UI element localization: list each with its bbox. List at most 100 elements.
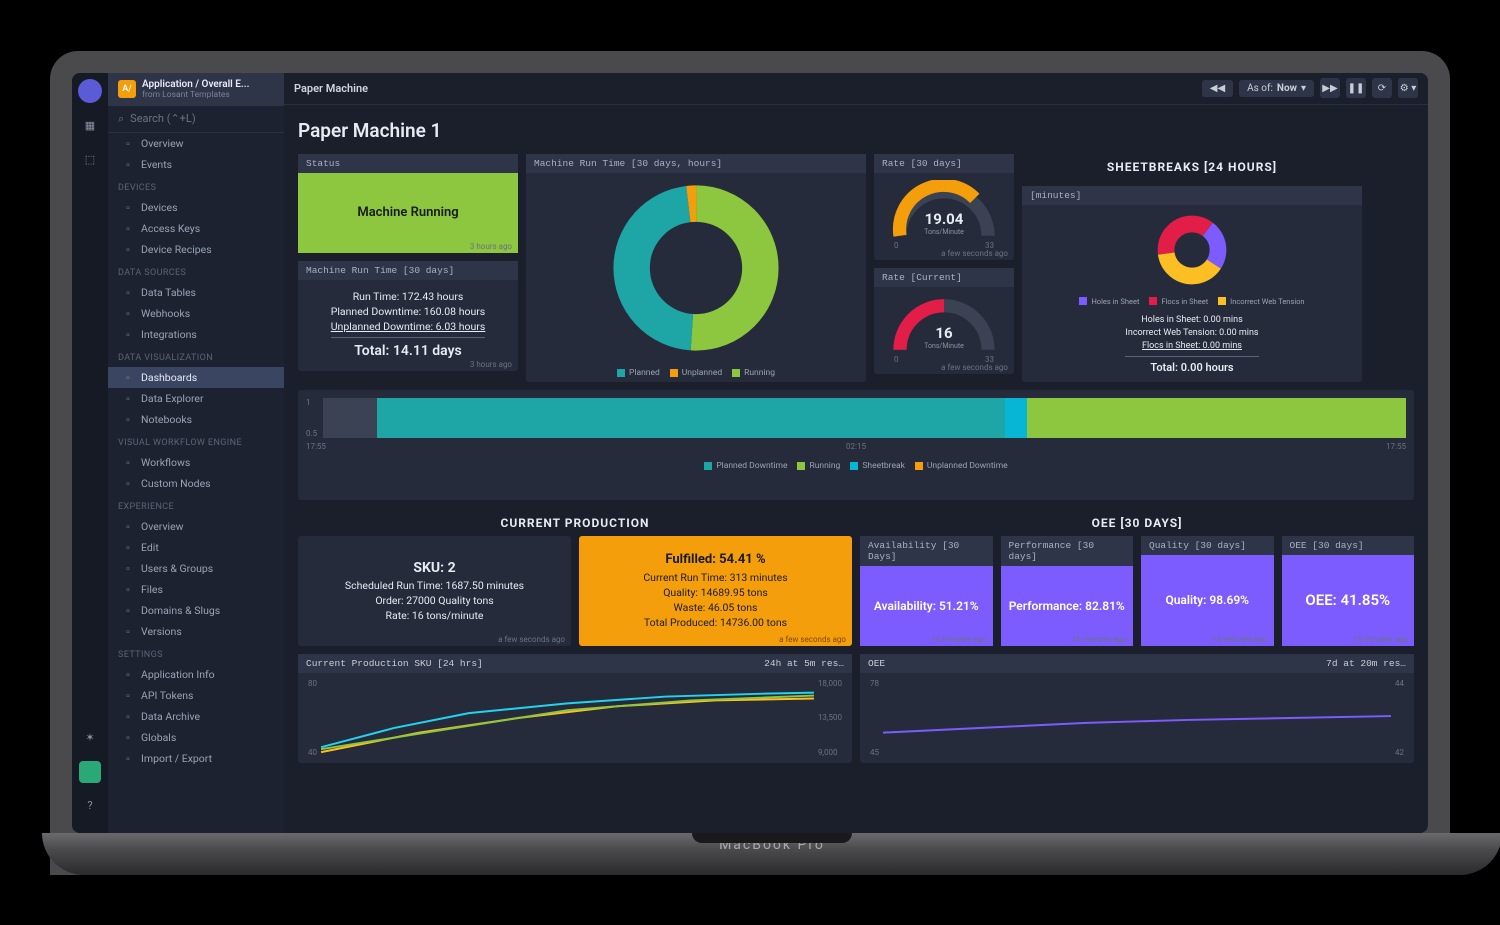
sidebar-item-files[interactable]: ▫Files [108,579,284,600]
sidebar-item-dashboards[interactable]: ▫ Dashboards [108,367,284,388]
timeline-bar [323,398,1406,438]
sidebar-item-integrations[interactable]: ▫Integrations [108,324,284,345]
current-production-title: CURRENT PRODUCTION [298,510,852,536]
status-panel: Status Machine Running 3 hours ago [298,154,518,253]
legend-swatch [704,462,712,470]
pencil-icon: ▫ [122,541,134,553]
sidebar-item-label: Data Explorer [141,392,204,405]
app-badge-icon: A/ [118,80,136,98]
rate-30d-panel: Rate [30 days] 19.04Tons/Minute 033 a fe… [874,154,1014,260]
sheetbreaks-title: SHEETBREAKS [24 HOURS] [1022,154,1362,180]
legend-swatch [1079,297,1087,305]
sidebar-item-device-recipes[interactable]: ▫Device Recipes [108,239,284,260]
sidebar-item-webhooks[interactable]: ▫ Webhooks [108,303,284,324]
sidebar-item-overview[interactable]: ▫Overview [108,133,284,154]
search-input[interactable]: ⌕ Search (⌃+L) [108,106,284,133]
settings-button[interactable]: ⚙ ▾ [1398,78,1418,98]
users-icon: ▫ [122,562,134,574]
avatar[interactable] [79,761,101,783]
book-icon: ▫ [122,413,134,425]
sidebar-item-label: Overview [141,520,184,533]
sidebar-item-application-info[interactable]: ▫ Application Info [108,664,284,685]
sidebar-item-label: Devices [141,201,178,214]
oee-chart-panel: OEE 7d at 20m res… 78 45 [860,654,1414,763]
pause-button[interactable]: ❚❚ [1346,78,1366,98]
oee-title: OEE [30 DAYS] [860,510,1414,536]
sidebar-item-data-archive[interactable]: ▫Data Archive [108,706,284,727]
sidebar-item-label: Custom Nodes [141,477,211,490]
info-icon: ▫ [122,668,134,680]
app-sub: from Losant Templates [142,90,249,100]
oee-tile: Performance [30 days]Performance: 82.81%… [1001,536,1134,646]
flow-icon: ▫ [122,456,134,468]
sidebar-item-globals[interactable]: ▫ Globals [108,727,284,748]
refresh-button[interactable]: ⟳ [1372,78,1392,98]
runtime-30d-panel: Machine Run Time [30 days] Run Time: 172… [298,261,518,371]
legend-swatch [732,369,740,377]
sidebar-item-label: Access Keys [141,222,200,235]
legend-swatch [797,462,805,470]
status-header: Status [298,154,518,173]
sidebar-item-label: Data Tables [141,286,196,299]
legend-item: Sheetbreak [850,461,905,471]
sidebar-item-label: Globals [141,731,176,744]
compass-icon: ▫ [122,392,134,404]
sidebar-item-versions[interactable]: ▫Versions [108,621,284,642]
logo-icon[interactable] [78,79,102,103]
asof-selector[interactable]: As of: Now ▾ [1239,80,1314,97]
sidebar-item-users-groups[interactable]: ▫Users & Groups [108,558,284,579]
rail-flow-icon[interactable]: ✶ [79,727,101,749]
hook-icon: ▫ [122,307,134,319]
oee-value: Quality: 98.69% [1141,555,1274,646]
oee-value: OEE: 41.85% [1282,555,1415,646]
search-icon: ⌕ [118,112,124,126]
globe2-icon: ▫ [122,731,134,743]
sidebar-item-domains-slugs[interactable]: ▫Domains & Slugs [108,600,284,621]
sidebar-group-header: DATA VISUALIZATION [108,345,284,367]
time-fwd-button[interactable]: ▶▶ [1320,78,1340,98]
sidebar-item-overview[interactable]: ▫Overview [108,516,284,537]
globe-icon: ▫ [122,604,134,616]
sidebar-item-workflows[interactable]: ▫Workflows [108,452,284,473]
import-icon: ▫ [122,752,134,764]
sidebar-item-access-keys[interactable]: ▫ Access Keys [108,218,284,239]
sidebar-item-api-tokens[interactable]: ▫API Tokens [108,685,284,706]
rail-cube-icon[interactable]: ⬚ [79,149,101,171]
time-back-button[interactable]: ◀◀ [1202,80,1233,97]
key-icon: ▫ [122,222,134,234]
sidebar-item-label: Edit [141,541,159,554]
sidebar-item-data-explorer[interactable]: ▫ Data Explorer [108,388,284,409]
sidebar-item-data-tables[interactable]: ▫Data Tables [108,282,284,303]
production-chart-panel: Current Production SKU [24 hrs] 24h at 5… [298,654,852,763]
sidebar-group-header: VISUAL WORKFLOW ENGINE [108,430,284,452]
dash-icon: ▫ [122,371,134,383]
sidebar-item-label: Events [141,158,172,171]
sidebar-item-custom-nodes[interactable]: ▫Custom Nodes [108,473,284,494]
sidebar-item-notebooks[interactable]: ▫Notebooks [108,409,284,430]
help-icon[interactable]: ? [79,795,101,817]
sku-tile: SKU: 2 Scheduled Run Time: 1687.50 minut… [298,536,571,646]
search-placeholder: Search (⌃+L) [130,112,196,125]
sidebar-item-label: Application Info [141,668,215,681]
legend-swatch [1218,297,1226,305]
sidebar-item-label: Webhooks [141,307,190,320]
sidebar-item-label: Dashboards [141,371,197,384]
runtime-donut-panel: Machine Run Time [30 days, hours] Planne… [526,154,866,382]
sidebar-item-devices[interactable]: ▫Devices [108,197,284,218]
legend-item: Unplanned [670,368,722,378]
sidebar-group-header: DATA SOURCES [108,260,284,282]
fulfilled-tile: Fulfilled: 54.41 % Current Run Time: 313… [579,536,852,646]
sidebar-item-label: Integrations [141,328,197,341]
legend-item: Planned [617,368,660,378]
sidebar-item-events[interactable]: ▫Events [108,154,284,175]
app-switcher[interactable]: A/ Application / Overall E... from Losan… [108,73,284,106]
sidebar-item-label: Overview [141,137,184,150]
legend-swatch [850,462,858,470]
sidebar-item-import-export[interactable]: ▫Import / Export [108,748,284,769]
sidebar-item-edit[interactable]: ▫ Edit [108,537,284,558]
rail-app-icon[interactable]: ▦ [79,115,101,137]
state-timeline-panel: 1 0.5 17:55 02:15 [298,390,1414,500]
legend-item: Running [732,368,775,378]
sheetbreaks-panel: [minutes] Holes in SheetFlocs in SheetIn… [1022,186,1362,382]
recipe-icon: ▫ [122,243,134,255]
